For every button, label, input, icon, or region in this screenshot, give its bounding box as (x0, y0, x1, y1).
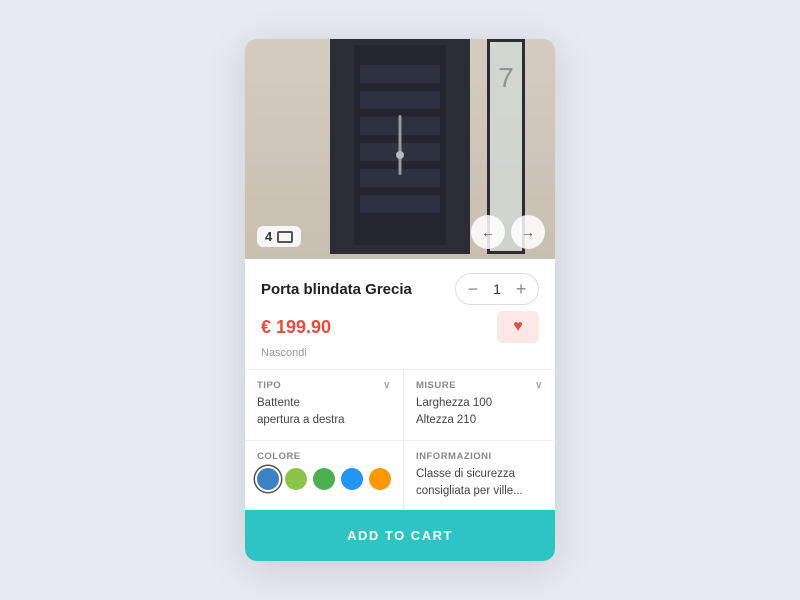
tipo-chevron-icon: ∨ (383, 380, 391, 391)
product-image-section: 7 4 ← → (245, 39, 555, 259)
image-count-badge: 4 (257, 226, 301, 247)
swatch-orange[interactable] (369, 468, 391, 490)
qty-plus-button[interactable]: + (508, 276, 534, 302)
informazioni-text: Classe di sicurezza consigliata per vill… (416, 466, 543, 501)
image-count-value: 4 (265, 229, 272, 244)
misure-chevron-icon: ∨ (535, 380, 543, 391)
misure-label: MISURE ∨ (416, 380, 543, 391)
product-title: Porta blindata Grecia (261, 281, 412, 298)
colore-label: COLORE (257, 451, 391, 462)
product-price: € 199.90 (261, 317, 331, 338)
tipo-label: TIPO ∨ (257, 380, 391, 391)
colore-cell: COLORE (245, 441, 404, 511)
door-panel (360, 91, 440, 109)
product-card: 7 4 ← → Porta blindata Grecia − 1 + € 19… (245, 39, 555, 561)
product-info-section: Porta blindata Grecia − 1 + € 199.90 ♥ N… (245, 259, 555, 359)
misure-value: Larghezza 100Altezza 210 (416, 395, 543, 430)
color-swatches (257, 468, 391, 490)
misure-cell: MISURE ∨ Larghezza 100Altezza 210 (404, 370, 555, 441)
image-icon (277, 231, 293, 243)
swatch-blue[interactable] (257, 468, 279, 490)
price-row: € 199.90 ♥ (261, 311, 539, 343)
door-panel (360, 65, 440, 83)
qty-value: 1 (486, 281, 508, 297)
swatch-green[interactable] (313, 468, 335, 490)
informazioni-cell: INFORMAZIONI Classe di sicurezza consigl… (404, 441, 555, 511)
prev-arrow-button[interactable]: ← (471, 215, 505, 249)
wishlist-button[interactable]: ♥ (497, 311, 539, 343)
add-to-cart-button[interactable]: ADD TO CART (245, 510, 555, 561)
door-number: 7 (498, 62, 514, 94)
title-row: Porta blindata Grecia − 1 + (261, 273, 539, 305)
swatch-light-green[interactable] (285, 468, 307, 490)
door-handle (399, 115, 402, 175)
next-arrow-button[interactable]: → (511, 215, 545, 249)
door-handle-knob (396, 151, 404, 159)
qty-minus-button[interactable]: − (460, 276, 486, 302)
informazioni-label: INFORMAZIONI (416, 451, 543, 462)
tipo-cell: TIPO ∨ Battenteapertura a destra (245, 370, 404, 441)
hide-link[interactable]: Nascondi (261, 347, 539, 359)
specs-grid: TIPO ∨ Battenteapertura a destra MISURE … (245, 369, 555, 510)
door-outer (330, 39, 470, 254)
swatch-sky-blue[interactable] (341, 468, 363, 490)
tipo-value: Battenteapertura a destra (257, 395, 391, 430)
nav-arrows: ← → (471, 215, 545, 249)
door-panel (360, 195, 440, 213)
door-inner (354, 45, 446, 245)
quantity-controls: − 1 + (455, 273, 539, 305)
